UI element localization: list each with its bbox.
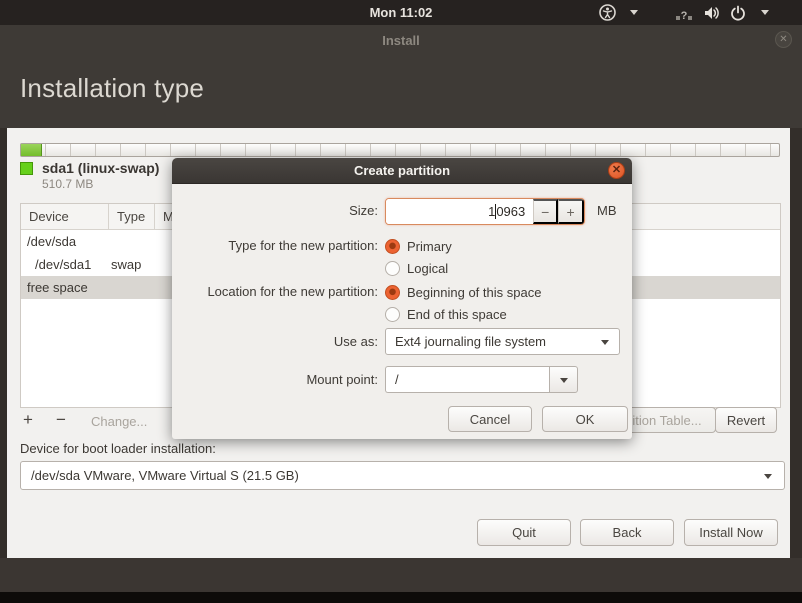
install-now-button[interactable]: Install Now bbox=[684, 519, 778, 546]
column-header-type[interactable]: Type bbox=[109, 204, 155, 229]
use-as-label: Use as: bbox=[178, 334, 378, 349]
bootloader-device-select[interactable]: /dev/sda VMware, VMware Virtual S (21.5 … bbox=[20, 461, 785, 490]
radio-primary[interactable]: Primary bbox=[385, 236, 452, 256]
partition-type-label: Type for the new partition: bbox=[178, 238, 378, 253]
page-title: Installation type bbox=[20, 73, 204, 104]
ok-button[interactable]: OK bbox=[542, 406, 628, 432]
mount-point-label: Mount point: bbox=[178, 372, 378, 387]
quit-button[interactable]: Quit bbox=[477, 519, 571, 546]
bootloader-label: Device for boot loader installation: bbox=[20, 441, 216, 456]
use-as-select[interactable]: Ext4 journaling file system bbox=[385, 328, 620, 355]
use-as-value: Ext4 journaling file system bbox=[395, 334, 546, 349]
back-button[interactable]: Back bbox=[580, 519, 674, 546]
power-icon[interactable] bbox=[729, 4, 747, 22]
mount-point-dropdown-button[interactable] bbox=[549, 366, 578, 393]
remove-partition-button[interactable]: − bbox=[56, 410, 66, 430]
cancel-button[interactable]: Cancel bbox=[448, 406, 532, 432]
size-decrement-button[interactable]: − bbox=[533, 199, 558, 224]
accessibility-icon[interactable] bbox=[598, 4, 616, 22]
window-header: Install ✕ Installation type bbox=[0, 25, 802, 128]
size-spinbox: 10963 − + bbox=[385, 198, 585, 225]
mount-point-value: / bbox=[395, 372, 399, 387]
chevron-down-icon[interactable] bbox=[756, 4, 774, 22]
partition-location-label: Location for the new partition: bbox=[178, 284, 378, 299]
radio-checked-icon[interactable] bbox=[385, 285, 400, 300]
chevron-down-icon bbox=[601, 340, 609, 345]
legend-color-swatch bbox=[20, 162, 33, 175]
new-partition-table-button[interactable]: ition Table... bbox=[618, 407, 716, 433]
dialog-title: Create partition bbox=[172, 158, 632, 183]
network-question-icon[interactable]: ? bbox=[675, 4, 693, 22]
partition-segment-sda1 bbox=[21, 144, 42, 156]
desktop-background bbox=[0, 558, 802, 592]
radio-unchecked-icon[interactable] bbox=[385, 307, 400, 322]
partition-usage-bar bbox=[20, 143, 780, 157]
system-panel: Mon 11:02 ? bbox=[0, 0, 802, 25]
chevron-down-icon[interactable] bbox=[625, 4, 643, 22]
column-header-device[interactable]: Device bbox=[21, 204, 109, 229]
create-partition-dialog: Create partition ✕ Size: 10963 − + MB Ty… bbox=[172, 158, 632, 439]
bootloader-device-value: /dev/sda VMware, VMware Virtual S (21.5 … bbox=[31, 468, 299, 483]
radio-beginning-of-space[interactable]: Beginning of this space bbox=[385, 282, 541, 302]
size-unit-label: MB bbox=[597, 203, 617, 218]
radio-checked-icon[interactable] bbox=[385, 239, 400, 254]
revert-button[interactable]: Revert bbox=[715, 407, 777, 433]
chevron-down-icon bbox=[560, 378, 568, 383]
dialog-titlebar[interactable]: Create partition ✕ bbox=[172, 158, 632, 184]
volume-icon[interactable] bbox=[702, 4, 720, 22]
size-increment-button[interactable]: + bbox=[558, 199, 584, 224]
window-close-icon[interactable]: ✕ bbox=[775, 31, 792, 48]
radio-unchecked-icon[interactable] bbox=[385, 261, 400, 276]
dialog-close-icon[interactable]: ✕ bbox=[608, 162, 625, 179]
window-title: Install bbox=[0, 33, 802, 48]
legend-partition-name: sda1 (linux-swap) bbox=[42, 160, 159, 176]
legend-partition-size: 510.7 MB bbox=[42, 177, 93, 191]
change-partition-button[interactable]: Change... bbox=[91, 414, 147, 429]
size-input[interactable]: 10963 bbox=[386, 199, 533, 224]
radio-logical[interactable]: Logical bbox=[385, 258, 448, 278]
screen-edge bbox=[0, 592, 802, 603]
chevron-down-icon bbox=[764, 474, 772, 479]
size-label: Size: bbox=[178, 203, 378, 218]
add-partition-button[interactable]: + bbox=[23, 410, 33, 430]
mount-point-input[interactable]: / bbox=[385, 366, 549, 393]
radio-end-of-space[interactable]: End of this space bbox=[385, 304, 507, 324]
